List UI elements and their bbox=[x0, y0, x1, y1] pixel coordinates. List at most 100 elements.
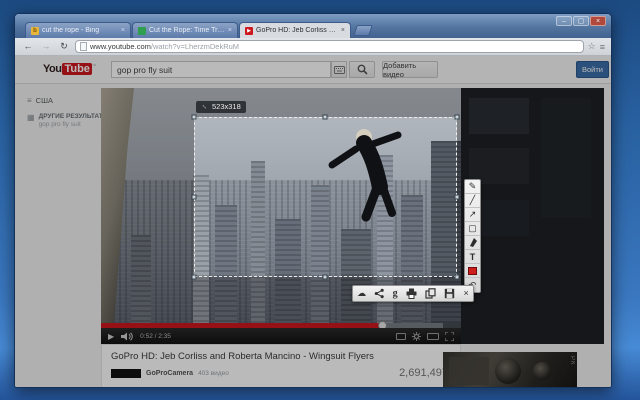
settings-gear-icon[interactable] bbox=[412, 332, 421, 341]
back-icon[interactable]: ← bbox=[21, 40, 35, 54]
upload-cloud-icon[interactable]: ☁ bbox=[357, 286, 366, 301]
keyboard-icon[interactable] bbox=[331, 61, 347, 78]
logo-trademark: ™ bbox=[92, 63, 96, 68]
address-bar[interactable]: www.youtube.com/watch?v=LherzmDekRuM bbox=[75, 40, 584, 53]
red-color-swatch bbox=[468, 267, 477, 275]
camera-lens-shape bbox=[533, 362, 551, 380]
sidebar-item-region[interactable]: ≡ США bbox=[27, 96, 53, 105]
bookmark-star-icon[interactable]: ☆ bbox=[588, 41, 596, 52]
maximize-button[interactable]: ▢ bbox=[573, 16, 589, 26]
camera-body-shape bbox=[449, 357, 489, 385]
resize-handle-sw[interactable] bbox=[192, 275, 197, 280]
player-controls: ▶ 0:52 / 2:35 bbox=[101, 328, 461, 344]
playlist-icon: ≡ bbox=[27, 96, 32, 105]
url-text: www.youtube.com/watch?v=LherzmDekRuM bbox=[90, 42, 239, 51]
tab-title: Cut the Rope: Time Travel bbox=[149, 27, 225, 34]
tab-youtube-active[interactable]: ▶ GoPro HD: Jeb Corliss and R × bbox=[239, 22, 351, 38]
related-text-block bbox=[541, 98, 591, 218]
resize-handle-se[interactable] bbox=[455, 275, 460, 280]
close-capture-icon[interactable]: × bbox=[464, 286, 469, 301]
building bbox=[131, 235, 151, 323]
close-window-button[interactable]: × bbox=[590, 16, 606, 26]
logo-you: You bbox=[43, 63, 61, 75]
selection-size-text: 523x318 bbox=[212, 102, 241, 111]
channel-videos-count: 403 видео bbox=[198, 370, 229, 377]
tab-close-icon[interactable]: × bbox=[121, 27, 125, 34]
youtube-header: You Tube ™ Добавить видео Войти bbox=[15, 56, 611, 84]
tab-bar: b cut the rope - Bing × Cut the Rope: Ti… bbox=[25, 22, 371, 38]
google-search-icon[interactable]: g bbox=[393, 286, 398, 301]
copy-icon[interactable] bbox=[425, 288, 436, 299]
marker-tool-icon[interactable] bbox=[465, 236, 480, 250]
tab-close-icon[interactable]: × bbox=[341, 27, 345, 34]
time-display: 0:52 / 2:35 bbox=[140, 333, 171, 340]
minimize-button[interactable]: – bbox=[556, 16, 572, 26]
reload-icon[interactable]: ↻ bbox=[57, 40, 71, 54]
resize-handle-ne[interactable] bbox=[455, 115, 460, 120]
tab-bing-search[interactable]: b cut the rope - Bing × bbox=[25, 22, 131, 38]
tab-title: cut the rope - Bing bbox=[42, 27, 118, 34]
line-tool-icon[interactable]: ╱ bbox=[465, 194, 480, 208]
chrome-menu-icon[interactable]: ≡ bbox=[600, 42, 605, 52]
browser-window: – ▢ × b cut the rope - Bing × Cut the Ro… bbox=[14, 13, 612, 388]
save-icon[interactable] bbox=[444, 288, 455, 299]
resize-handle-w[interactable] bbox=[192, 195, 197, 200]
rectangle-tool-icon[interactable]: ▢ bbox=[465, 222, 480, 236]
arrow-tool-icon[interactable]: ↗ bbox=[465, 208, 480, 222]
add-video-button[interactable]: Добавить видео bbox=[382, 61, 438, 78]
video-title: GoPro HD: Jeb Corliss and Roberta Mancin… bbox=[111, 351, 374, 362]
url-host: www.youtube.com bbox=[90, 42, 151, 51]
video-info-panel: GoPro HD: Jeb Corliss and Roberta Mancin… bbox=[101, 344, 461, 388]
channel-name[interactable]: GoProCamera bbox=[146, 370, 193, 377]
tab-cut-the-rope[interactable]: Cut the Rope: Time Travel × bbox=[132, 22, 238, 38]
related-videos-column bbox=[461, 88, 604, 344]
capture-tool-palette: ✎ ╱ ↗ ▢ T ↶ bbox=[464, 179, 481, 293]
search-button[interactable] bbox=[349, 61, 375, 78]
resize-handle-n[interactable] bbox=[323, 115, 328, 120]
play-icon[interactable]: ▶ bbox=[108, 332, 114, 341]
window-controls: – ▢ × bbox=[556, 16, 606, 26]
url-path: /watch?v=LherzmDekRuM bbox=[151, 42, 239, 51]
other-results-query: gop pro fly suit bbox=[39, 121, 110, 128]
share-icon[interactable] bbox=[374, 288, 384, 299]
volume-icon[interactable] bbox=[121, 332, 133, 341]
youtube-favicon-icon: ▶ bbox=[245, 27, 253, 35]
youtube-logo[interactable]: You Tube ™ bbox=[43, 63, 96, 75]
resize-handle-nw[interactable] bbox=[192, 115, 197, 120]
related-thumbnail[interactable] bbox=[469, 98, 529, 134]
window-titlebar: – ▢ × b cut the rope - Bing × Cut the Ro… bbox=[15, 14, 611, 38]
capture-selection[interactable] bbox=[194, 117, 457, 277]
youtube-page: You Tube ™ Добавить видео Войти ≡ США bbox=[15, 56, 611, 388]
sidebar-item-text: ДРУГИЕ РЕЗУЛЬТАТЫ gop pro fly suit bbox=[39, 113, 110, 128]
resize-handle-e[interactable] bbox=[455, 195, 460, 200]
tab-title: GoPro HD: Jeb Corliss and R bbox=[256, 27, 338, 34]
sign-in-button[interactable]: Войти bbox=[576, 61, 609, 78]
other-results-title: ДРУГИЕ РЕЗУЛЬТАТЫ bbox=[39, 113, 110, 120]
forward-icon[interactable]: → bbox=[39, 40, 53, 54]
color-swatch[interactable] bbox=[465, 264, 480, 278]
selection-size-label: ↔ 523x318 bbox=[196, 101, 246, 113]
cc-icon[interactable] bbox=[396, 333, 406, 340]
page-icon bbox=[80, 42, 87, 51]
sidebar-item-other-results[interactable]: ▦ ДРУГИЕ РЕЗУЛЬТАТЫ gop pro fly suit bbox=[27, 113, 109, 128]
text-tool-icon[interactable]: T bbox=[465, 250, 480, 264]
move-icon: ↔ bbox=[200, 102, 210, 112]
channel-row: GoProCamera 403 видео bbox=[111, 369, 229, 378]
print-icon[interactable] bbox=[406, 288, 417, 299]
pencil-tool-icon[interactable]: ✎ bbox=[465, 180, 480, 194]
channel-avatar[interactable] bbox=[111, 369, 141, 378]
bing-favicon-icon: b bbox=[31, 27, 39, 35]
tab-close-icon[interactable]: × bbox=[228, 27, 232, 34]
new-tab-button[interactable] bbox=[353, 25, 373, 36]
resize-handle-s[interactable] bbox=[323, 275, 328, 280]
theater-mode-icon[interactable] bbox=[427, 333, 439, 340]
grid-icon: ▦ bbox=[27, 113, 35, 122]
view-count: 2,691,497 bbox=[399, 367, 448, 379]
player-right-controls bbox=[396, 332, 454, 341]
desktop-background: – ▢ × b cut the rope - Bing × Cut the Ro… bbox=[0, 0, 640, 400]
related-video-thumbnail[interactable]: РК bbox=[443, 352, 577, 388]
thumbnail-watermark: РК bbox=[569, 356, 575, 366]
search-input[interactable] bbox=[111, 61, 331, 78]
fullscreen-icon[interactable] bbox=[445, 332, 454, 341]
sidebar-item-label: США bbox=[36, 96, 53, 105]
